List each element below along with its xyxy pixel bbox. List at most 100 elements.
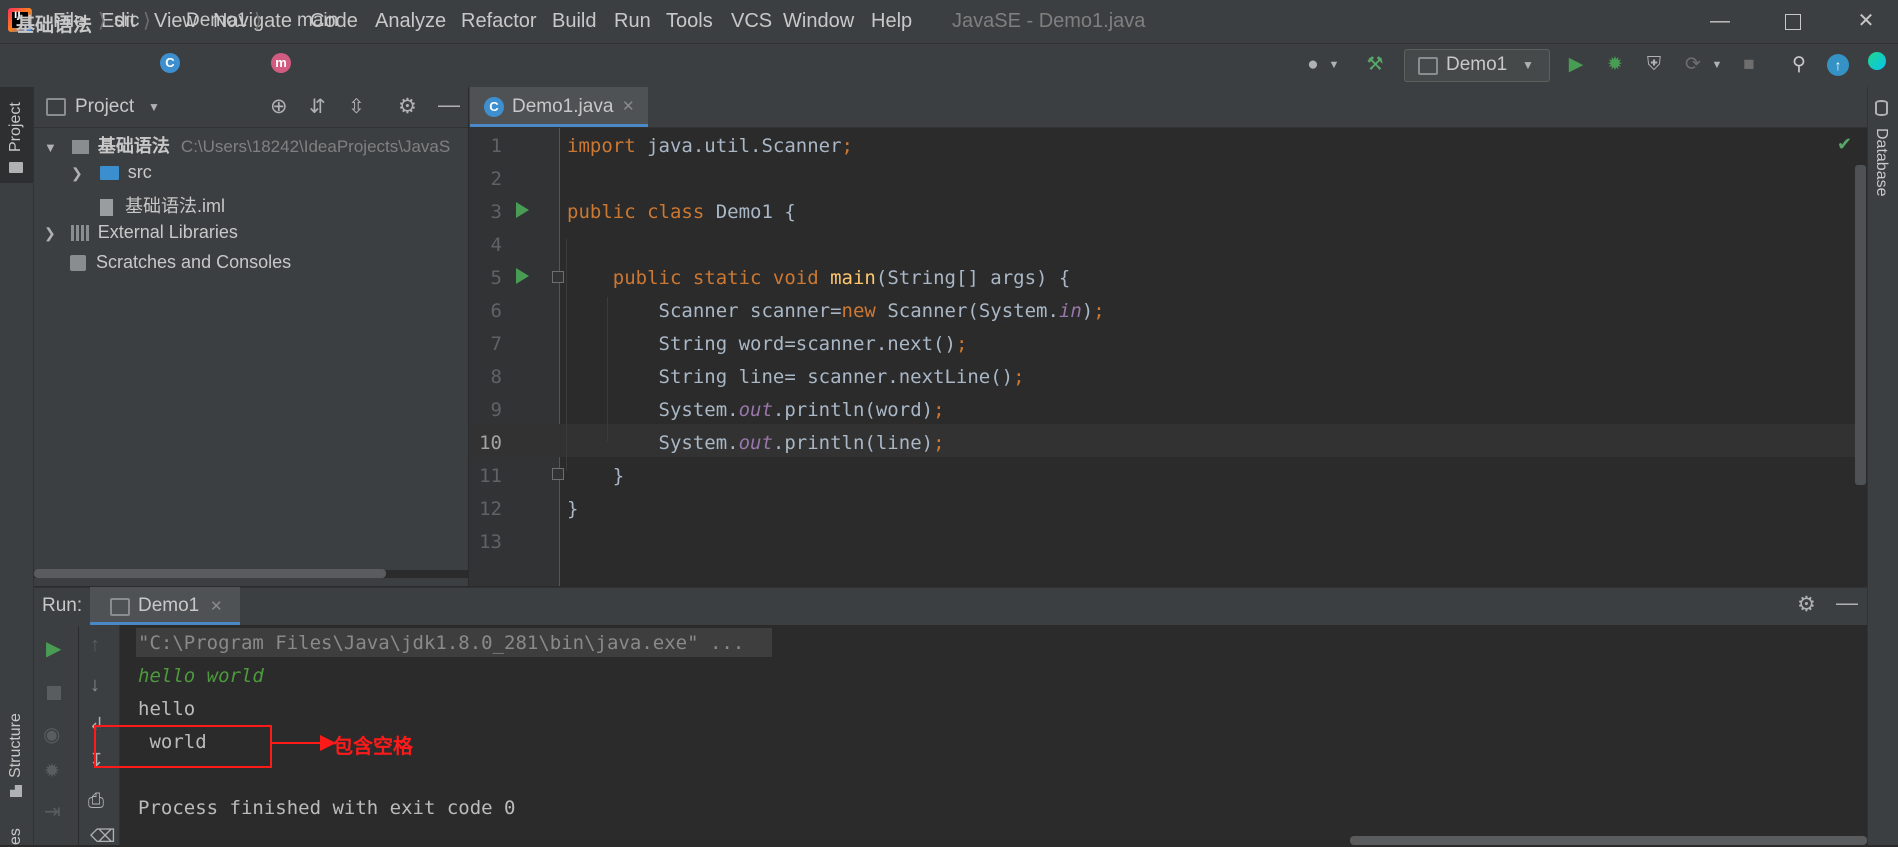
run-class-gutter-icon[interactable] [516, 202, 529, 218]
hide-panel-icon[interactable]: — [1836, 590, 1858, 616]
print-icon[interactable]: ⎙ [88, 790, 104, 813]
console-exit-line: Process finished with exit code 0 [138, 797, 516, 819]
gear-icon[interactable]: ⚙ [398, 94, 417, 119]
line-number: 8 [490, 366, 502, 388]
project-tool-tab[interactable]: Project [7, 102, 25, 152]
folder-icon [9, 162, 23, 173]
source-folder-icon [99, 166, 119, 181]
collapse-all-icon[interactable]: ⇳ [348, 94, 365, 119]
run-icon[interactable]: ▶ [1563, 52, 1589, 78]
code-editor[interactable] [560, 128, 1855, 586]
no-problems-check-icon[interactable]: ✔ [1837, 134, 1852, 155]
close-window-icon[interactable]: ✕ [1846, 6, 1886, 36]
annotation-text: 包含空格 [333, 734, 413, 758]
project-panel-footer [34, 578, 468, 586]
class-icon: C [160, 53, 180, 73]
settings-bug-icon[interactable]: ✹ [44, 760, 60, 783]
update-icon[interactable]: ↑ [1825, 52, 1851, 78]
menu-refactor[interactable]: Refactor [461, 10, 537, 33]
project-panel-title[interactable]: Project [75, 96, 134, 118]
locate-target-icon[interactable]: ⊕ [270, 94, 288, 119]
gear-icon[interactable]: ⚙ [1797, 592, 1816, 617]
minimize-window-icon[interactable]: — [1700, 6, 1740, 36]
expand-all-icon[interactable]: ⇵ [309, 94, 326, 119]
collapsed-chevron-icon: ❯ [71, 165, 83, 181]
menu-vcs[interactable]: VCS [731, 10, 772, 33]
tree-row-root[interactable]: ▼ 基础语法 C:\Users\18242\IdeaProjects\JavaS [44, 132, 450, 158]
menu-run[interactable]: Run [614, 10, 651, 33]
code-line-11: } [567, 465, 625, 487]
tree-row-iml[interactable]: 基础语法.iml [100, 192, 225, 218]
favorites-tool-tab[interactable]: es [7, 828, 25, 845]
run-tab-close-icon[interactable]: ✕ [210, 597, 223, 615]
rerun-icon[interactable]: ▶ [46, 636, 61, 661]
hide-panel-icon[interactable]: — [438, 92, 460, 118]
breadcrumb-main[interactable]: main [297, 10, 338, 32]
debug-bug-icon[interactable]: ✹ [1602, 52, 1628, 78]
line-number: 6 [490, 300, 502, 322]
camera-icon[interactable]: ◉ [43, 722, 60, 747]
chevron-down-icon[interactable]: ▼ [148, 100, 160, 114]
line-number: 9 [490, 399, 502, 421]
fold-marker-icon[interactable] [552, 271, 564, 283]
run-panel-label: Run: [42, 595, 83, 616]
scratches-label: Scratches and Consoles [96, 252, 292, 272]
breadcrumb-demo1[interactable]: Demo1 [186, 10, 247, 32]
search-icon[interactable]: ⚲ [1786, 52, 1812, 78]
application-config-icon [1418, 57, 1438, 75]
menu-analyze[interactable]: Analyze [375, 10, 446, 33]
breadcrumb-src[interactable]: src [114, 10, 139, 32]
fold-marker-icon[interactable] [552, 468, 564, 480]
down-arrow-icon[interactable]: ↓ [90, 674, 100, 697]
up-arrow-icon[interactable]: ↑ [90, 634, 100, 657]
class-icon: C [484, 97, 504, 117]
exit-icon[interactable]: ⇥ [44, 799, 61, 824]
line-number: 3 [490, 201, 502, 223]
trash-icon[interactable]: ⌫ [90, 826, 115, 847]
menu-help[interactable]: Help [871, 10, 912, 33]
stop-icon[interactable]: ■ [1736, 52, 1762, 78]
code-line-10: System.out.println(line); [567, 432, 945, 454]
line-number: 5 [490, 267, 502, 289]
breadcrumb-project[interactable]: 基础语法 [16, 10, 92, 37]
expanded-chevron-icon: ▼ [44, 140, 57, 155]
menu-build[interactable]: Build [552, 10, 596, 33]
run-config-label: Demo1 [1446, 54, 1508, 75]
module-folder-icon [71, 140, 89, 155]
database-tool-tab[interactable]: Database [1872, 128, 1890, 197]
horizontal-scrollbar[interactable] [34, 569, 386, 578]
stop-icon[interactable] [47, 686, 61, 700]
code-line-1: import java.util.Scanner; [567, 135, 853, 157]
iml-file-icon [100, 198, 113, 216]
line-number: 12 [479, 498, 502, 520]
build-hammer-icon[interactable]: ⚒ [1362, 52, 1388, 78]
tree-row-external-libraries[interactable]: ❯ External Libraries [44, 222, 238, 243]
tree-row-scratches[interactable]: Scratches and Consoles [70, 252, 291, 273]
vertical-scrollbar[interactable] [1855, 165, 1866, 485]
run-main-gutter-icon[interactable] [516, 268, 529, 284]
code-line-9: System.out.println(word); [567, 399, 945, 421]
library-icon [70, 225, 89, 242]
line-number: 7 [490, 333, 502, 355]
coverage-shield-icon[interactable]: ⛨ [1641, 52, 1667, 78]
tree-row-src[interactable]: ❯ src [71, 162, 152, 183]
annotation-arrow-line [272, 742, 324, 744]
console-horizontal-scrollbar[interactable] [1350, 836, 1867, 845]
maximize-window-icon[interactable] [1773, 6, 1813, 36]
chevron-down-icon[interactable]: ▼ [1321, 52, 1347, 78]
console-user-input: hello world [138, 665, 264, 687]
collapsed-chevron-icon: ❯ [44, 225, 56, 241]
chevron-down-icon[interactable]: ▼ [1704, 52, 1730, 78]
tab-close-icon[interactable]: ✕ [622, 97, 635, 115]
menu-tools[interactable]: Tools [666, 10, 713, 33]
code-line-7: String word=scanner.next(); [567, 333, 968, 355]
structure-tool-tab[interactable]: Structure [7, 713, 25, 778]
project-view-icon [46, 98, 66, 116]
profile-icon[interactable]: ⟳ [1680, 52, 1706, 78]
annotation-box [94, 725, 272, 768]
code-line-12: } [567, 498, 579, 520]
code-line-6: Scanner scanner=new Scanner(System.in); [567, 300, 1105, 322]
toolbox-icon[interactable] [1864, 52, 1890, 78]
line-number: 2 [490, 168, 502, 190]
menu-window[interactable]: Window [783, 10, 854, 33]
